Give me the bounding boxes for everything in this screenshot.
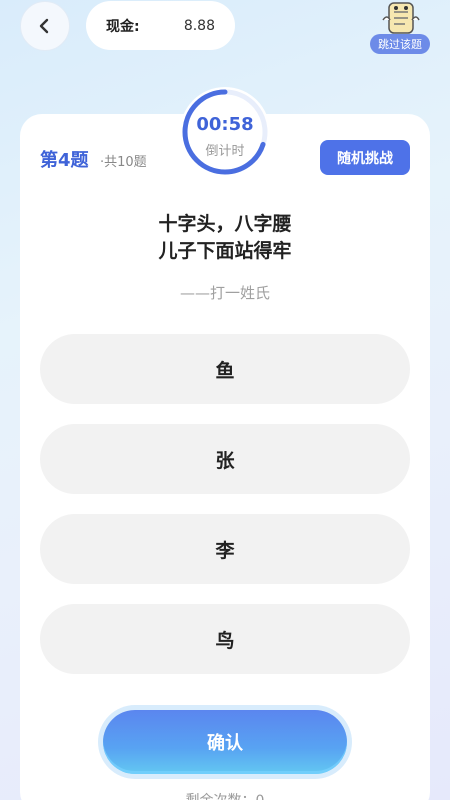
random-challenge-button[interactable]: 随机挑战 <box>320 140 410 175</box>
question-number: 第4题 <box>40 150 89 171</box>
riddle-line-1: 十字头，八字腰 <box>158 213 292 235</box>
timer-label: 倒计时 <box>205 144 245 159</box>
option-d[interactable]: 鸟 <box>40 604 410 674</box>
question-total: ·共10题 <box>100 155 147 170</box>
back-button[interactable] <box>20 1 70 51</box>
option-c[interactable]: 李 <box>40 514 410 584</box>
skip-question-button[interactable]: 跳过该题 <box>370 0 432 56</box>
countdown-timer: 00:58 倒计时 <box>180 87 270 177</box>
option-b[interactable]: 张 <box>40 424 410 494</box>
cash-label: 现金: <box>106 18 140 35</box>
riddle-line-2: 儿子下面站得牢 <box>158 240 292 262</box>
confirm-button-halo: 确认 <box>98 705 352 779</box>
cash-balance: 现金: 8.88 <box>86 1 235 50</box>
timer-value: 00:58 <box>196 114 254 135</box>
cash-value: 8.88 <box>183 17 215 34</box>
remaining-attempts: 剩余次数：0 <box>0 790 450 800</box>
option-a[interactable]: 鱼 <box>40 334 410 404</box>
skip-label: 跳过该题 <box>370 34 430 54</box>
riddle-hint: ——打一姓氏 <box>179 284 270 302</box>
confirm-button[interactable]: 确认 <box>103 710 347 774</box>
riddle-text: 十字头，八字腰 儿子下面站得牢 <box>0 211 450 265</box>
chevron-left-icon <box>39 18 49 34</box>
